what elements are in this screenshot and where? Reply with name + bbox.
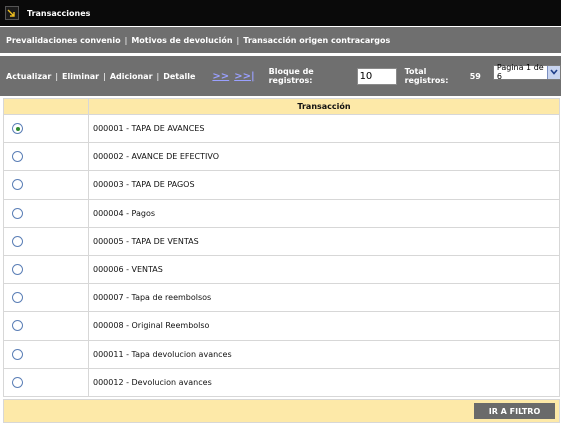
table-row[interactable]: 000005 - TAPA DE VENTAS [3,226,560,256]
next-page-link[interactable]: >> [212,71,229,82]
row-select-cell [3,283,89,313]
table-row[interactable]: 000006 - VENTAS [3,254,560,285]
row-select-cell [3,339,89,369]
row-radio-button[interactable] [12,123,23,135]
row-select-cell [3,198,89,228]
total-records-value: 59 [469,71,481,81]
transaction-label: 000001 - TAPA DE AVANCES [88,113,560,144]
tab-bar: Prevalidaciones convenio | Motivos de de… [0,27,561,55]
chevron-down-icon[interactable] [546,65,560,79]
transaction-label: 000004 - Pagos [88,198,560,228]
selection-column-header [3,98,89,115]
detail-button[interactable]: Detalle [163,72,195,81]
transaction-label: 000008 - Original Reembolso [88,311,560,341]
row-select-cell [3,311,89,341]
table-row[interactable]: 000003 - TAPA DE PAGOS [3,170,560,200]
table-row[interactable]: 000004 - Pagos [3,198,560,228]
toolbar: Actualizar | Eliminar | Adicionar | Deta… [0,56,561,96]
row-radio-button[interactable] [12,264,23,276]
page-select-value: Pagina 1 de 6 [496,63,544,81]
table-row[interactable]: 000011 - Tapa devolucion avances [3,339,560,369]
transaction-label: 000011 - Tapa devolucion avances [88,339,560,369]
transactions-table: Transacción 000001 - TAPA DE AVANCES 0000… [3,98,560,397]
table-row[interactable]: 000007 - Tapa de reembolsos [3,283,560,313]
block-size-input[interactable] [356,67,397,85]
row-select-cell [3,113,89,144]
refresh-button[interactable]: Actualizar [6,72,51,81]
row-radio-button[interactable] [12,320,23,332]
row-select-cell [3,367,89,397]
row-select-cell [3,170,89,200]
go-to-filter-button[interactable]: IR A FILTRO [474,403,555,419]
transaction-column-header: Transacción [88,98,560,115]
row-radio-button[interactable] [12,235,23,247]
row-select-cell [3,142,89,172]
transaction-label: 000005 - TAPA DE VENTAS [88,226,560,256]
transaction-label: 000007 - Tapa de reembolsos [88,283,560,313]
table-row[interactable]: 000008 - Original Reembolso [3,311,560,341]
block-size-label: Bloque de registros: [268,67,314,85]
tab-prevalidaciones-convenio[interactable]: Prevalidaciones convenio [6,36,121,45]
toolbar-separator: | [55,71,59,81]
row-select-cell [3,226,89,256]
title-bar: Transacciones [0,0,561,26]
toolbar-separator: | [103,71,106,81]
transaction-label: 000002 - AVANCE DE EFECTIVO [88,142,560,172]
row-radio-button[interactable] [12,376,23,388]
row-radio-button[interactable] [12,179,23,191]
table-header-row: Transacción [3,98,560,115]
row-radio-button[interactable] [12,292,23,304]
tab-transaccion-origen-contracargos[interactable]: Transacción origen contracargos [243,36,390,45]
total-records-label: Total registros: [404,67,449,85]
row-select-cell [3,254,89,285]
row-radio-button[interactable] [12,207,23,219]
footer-bar: IR A FILTRO [3,399,560,423]
table-row[interactable]: 000001 - TAPA DE AVANCES [3,113,560,144]
row-radio-button[interactable] [12,348,23,360]
add-button[interactable]: Adicionar [110,72,153,81]
row-radio-button[interactable] [12,151,23,163]
window-arrow-icon [5,6,19,20]
last-page-link[interactable]: >>| [234,71,254,82]
page-select[interactable]: Pagina 1 de 6 [492,63,561,81]
window-title: Transacciones [27,8,91,18]
delete-button[interactable]: Eliminar [62,72,99,81]
tab-separator: | [124,35,128,45]
tab-separator: | [236,35,240,45]
tab-motivos-devolucion[interactable]: Motivos de devolución [131,36,232,45]
transaction-label: 000006 - VENTAS [88,254,560,285]
toolbar-separator: | [156,71,160,81]
transaction-label: 000012 - Devolucion avances [88,367,560,397]
transaction-label: 000003 - TAPA DE PAGOS [88,170,560,200]
table-row[interactable]: 000002 - AVANCE DE EFECTIVO [3,142,560,172]
table-row[interactable]: 000012 - Devolucion avances [3,367,560,397]
